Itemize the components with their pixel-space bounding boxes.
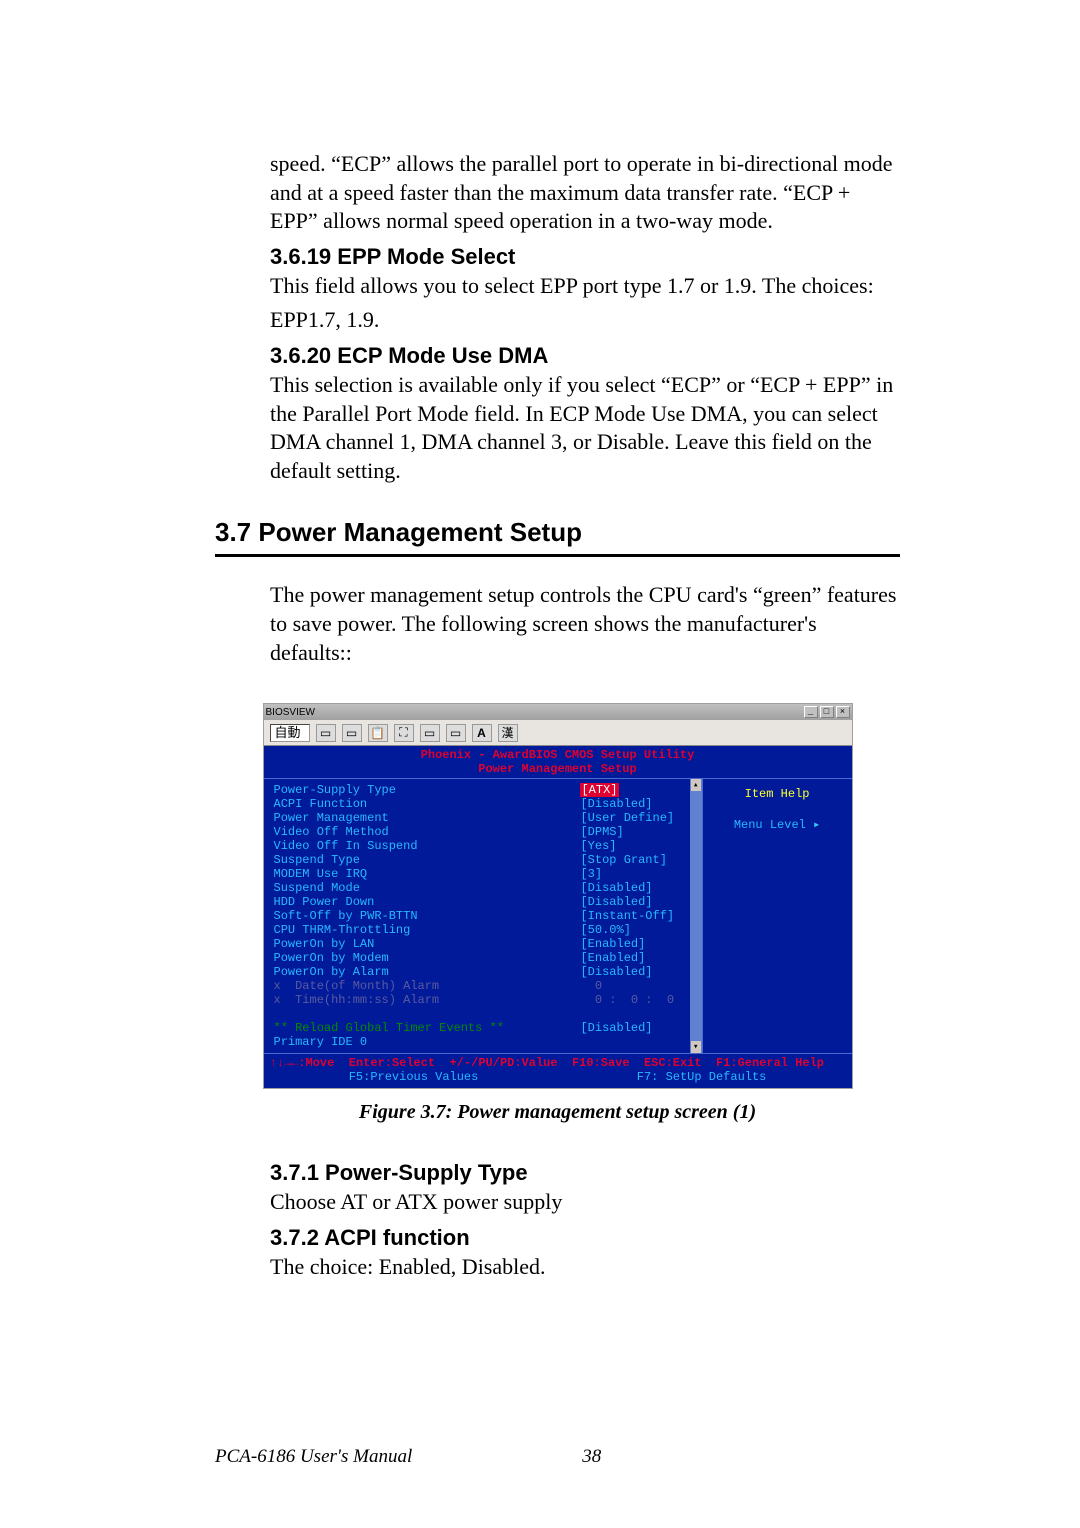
- heading-rule: [215, 554, 900, 557]
- bios-option-label: Power Management: [274, 811, 575, 825]
- bios-screen: Phoenix - AwardBIOS CMOS Setup Utility P…: [264, 746, 852, 1088]
- bios-option-value-disabled: 0 : 0 : 0: [580, 993, 689, 1007]
- heading-3-7: 3.7 Power Management Setup: [215, 517, 900, 548]
- toolbar-icon: ▭: [316, 724, 336, 742]
- bios-window-title: BIOSVIEW: [266, 707, 315, 718]
- manual-title: PCA-6186 User's Manual: [215, 1446, 412, 1468]
- bios-value-column: [ATX][Disabled][User Define][DPMS][Yes][…: [580, 779, 689, 1053]
- s371-p1: Choose AT or ATX power supply: [270, 1188, 900, 1217]
- bios-scrollbar: ▴ ▾: [690, 779, 702, 1053]
- bios-header: Phoenix - AwardBIOS CMOS Setup Utility P…: [264, 746, 852, 779]
- scroll-up-icon: ▴: [691, 779, 701, 791]
- bios-option-label: PowerOn by LAN: [274, 937, 575, 951]
- page-footer: PCA-6186 User's Manual 38: [215, 1446, 601, 1468]
- bios-window-titlebar: BIOSVIEW _ □ ×: [264, 704, 852, 720]
- scroll-down-icon: ▾: [691, 1041, 701, 1053]
- bios-option-label: Primary IDE 0: [274, 1035, 575, 1049]
- bios-option-value: [Disabled]: [580, 965, 689, 979]
- bios-footer-line2: F5:Previous Values F7: SetUp Defaults: [270, 1070, 846, 1084]
- bios-option-label: Video Off Method: [274, 825, 575, 839]
- bios-option-value: [50.0%]: [580, 923, 689, 937]
- bios-option-value: [Enabled]: [580, 951, 689, 965]
- bios-option-label: HDD Power Down: [274, 895, 575, 909]
- heading-3-7-2: 3.7.2 ACPI function: [270, 1225, 900, 1251]
- intro-paragraph: speed. “ECP” allows the parallel port to…: [270, 150, 900, 236]
- bios-option-label: Video Off In Suspend: [274, 839, 575, 853]
- heading-3-7-1: 3.7.1 Power-Supply Type: [270, 1160, 900, 1186]
- toolbar-icon: ▭: [342, 724, 362, 742]
- bios-option-label: ACPI Function: [274, 797, 575, 811]
- fullscreen-icon: ⛶: [394, 724, 414, 742]
- menu-level-label: Menu Level: [734, 818, 806, 832]
- bios-header-line1: Phoenix - AwardBIOS CMOS Setup Utility: [264, 748, 852, 762]
- bios-option-label-disabled: x Time(hh:mm:ss) Alarm: [274, 993, 575, 1007]
- copy-icon: 📋: [368, 724, 388, 742]
- figure-caption: Figure 3.7: Power management setup scree…: [215, 1101, 900, 1124]
- s3620-p1: This selection is available only if you …: [270, 371, 900, 485]
- item-help-label: Item Help: [707, 787, 848, 801]
- bios-option-label-disabled: x Date(of Month) Alarm: [274, 979, 575, 993]
- toolbar-auto-dropdown: 自動: [270, 724, 310, 742]
- bios-option-label: CPU THRM-Throttling: [274, 923, 575, 937]
- bios-option-value: [Yes]: [580, 839, 689, 853]
- page-number: 38: [582, 1446, 601, 1468]
- heading-3-6-19: 3.6.19 EPP Mode Select: [270, 244, 900, 270]
- s3619-p2: EPP1.7, 1.9.: [270, 306, 900, 335]
- bios-option-label: MODEM Use IRQ: [274, 867, 575, 881]
- bios-option-label: Suspend Type: [274, 853, 575, 867]
- bios-option-label: Suspend Mode: [274, 881, 575, 895]
- bios-option-value: [3]: [580, 867, 689, 881]
- bios-option-value: [DPMS]: [580, 825, 689, 839]
- toolbar-icon: ▭: [420, 724, 440, 742]
- s37-p1: The power management setup controls the …: [270, 581, 900, 667]
- bios-option-value-disabled: 0: [580, 979, 689, 993]
- toolbar-han: 漢: [498, 724, 518, 742]
- toolbar-icon: ▭: [446, 724, 466, 742]
- bios-help-panel: Item Help Menu Level ▸: [702, 779, 852, 1053]
- bios-option-value: [Disabled]: [580, 895, 689, 909]
- heading-3-6-20: 3.6.20 ECP Mode Use DMA: [270, 343, 900, 369]
- bios-option-label: PowerOn by Alarm: [274, 965, 575, 979]
- bios-option-value: [Instant-Off]: [580, 909, 689, 923]
- s3619-p1: This field allows you to select EPP port…: [270, 272, 900, 301]
- bios-option-value: [Disabled]: [580, 881, 689, 895]
- bios-header-line2: Power Management Setup: [264, 762, 852, 776]
- bios-option-label: Soft-Off by PWR-BTTN: [274, 909, 575, 923]
- menu-level-arrow-icon: ▸: [813, 818, 820, 832]
- bios-option-label: PowerOn by Modem: [274, 951, 575, 965]
- bios-left-column: Power-Supply Type ACPI Function Power Ma…: [264, 779, 581, 1053]
- bios-option-value: [User Define]: [580, 811, 689, 825]
- bios-option-label: Power-Supply Type: [274, 783, 575, 797]
- bios-footer: ↑↓→←:Move Enter:Select +/-/PU/PD:Value F…: [264, 1053, 852, 1088]
- bios-option-value: [Stop Grant]: [580, 853, 689, 867]
- bios-events-header: ** Reload Global Timer Events **: [274, 1021, 575, 1035]
- close-icon: ×: [836, 706, 850, 718]
- maximize-icon: □: [820, 706, 834, 718]
- bios-screenshot: BIOSVIEW _ □ × 自動 ▭ ▭ 📋 ⛶ ▭ ▭ A 漢 Phoeni…: [263, 703, 853, 1089]
- bios-option-value: [Disabled]: [580, 1021, 689, 1035]
- s372-p1: The choice: Enabled, Disabled.: [270, 1253, 900, 1282]
- bios-toolbar: 自動 ▭ ▭ 📋 ⛶ ▭ ▭ A 漢: [264, 720, 852, 746]
- bios-option-value: [Enabled]: [580, 937, 689, 951]
- minimize-icon: _: [804, 706, 818, 718]
- bios-option-value: [ATX]: [580, 783, 689, 797]
- bios-option-value: [Disabled]: [580, 797, 689, 811]
- font-a-icon: A: [472, 724, 492, 742]
- bios-footer-line1: ↑↓→←:Move Enter:Select +/-/PU/PD:Value F…: [270, 1056, 846, 1070]
